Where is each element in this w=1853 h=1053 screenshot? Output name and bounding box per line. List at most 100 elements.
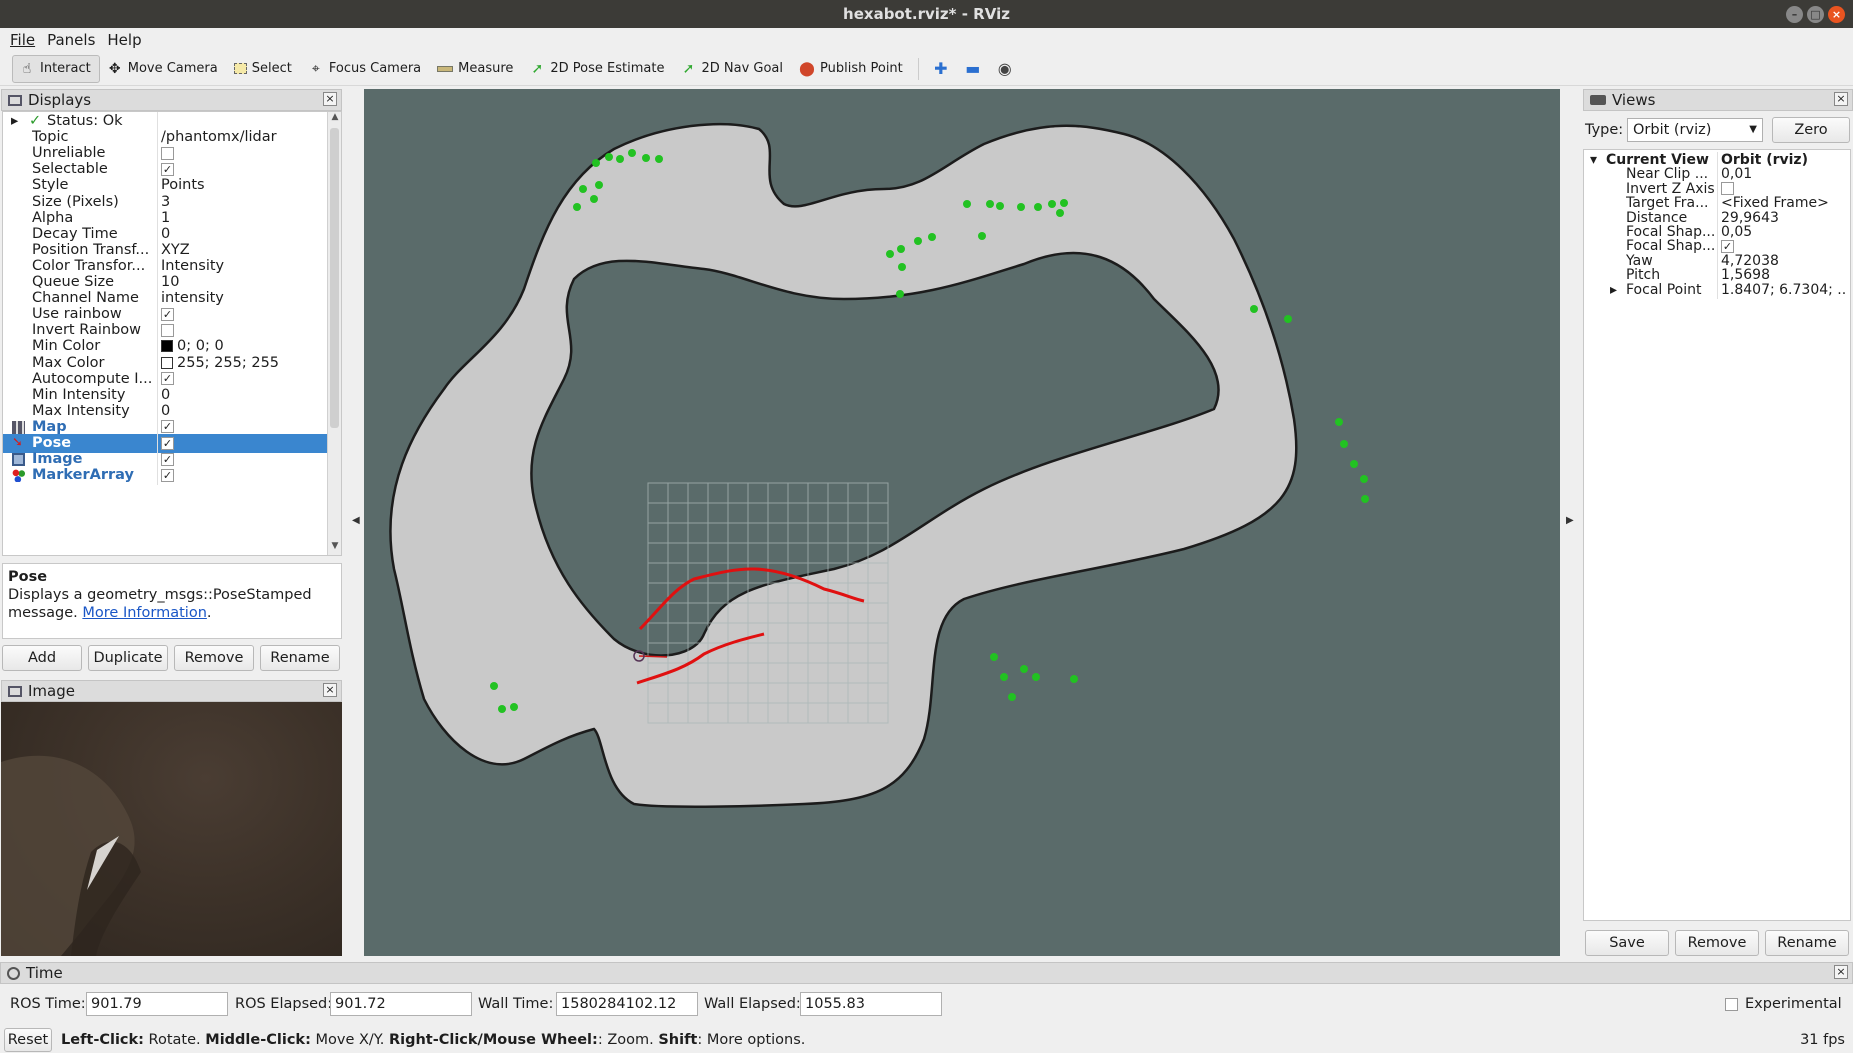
scroll-down-icon[interactable]: ▼ [328,541,341,555]
ros-time-field[interactable]: 901.79 [86,992,228,1016]
image-panel-header: Image × [1,680,342,702]
views-title: Views [1612,91,1656,109]
close-icon[interactable]: × [1828,6,1845,23]
time-title: Time [26,964,63,982]
select-tool[interactable]: Select [227,55,301,83]
display-row[interactable]: MarkerArray ✓ [3,466,328,486]
reset-button[interactable]: Reset [4,1028,52,1052]
minimize-icon[interactable]: – [1786,6,1803,23]
toolbar-separator [917,57,919,80]
scrollbar-thumb[interactable] [330,128,339,428]
pose-arrow-icon: ➘ [12,435,23,450]
display-checkbox[interactable]: ✓ [161,307,174,321]
publish-point-tool[interactable]: ⬤ Publish Point [792,55,912,83]
collapse-left-icon[interactable]: ◀ [352,515,360,526]
collapse-right-icon[interactable]: ▶ [1566,515,1574,526]
display-buttons: Add Duplicate Remove Rename [2,645,340,671]
camera-image-view [1,702,342,956]
display-checkbox[interactable]: ✓ [161,452,174,466]
displays-scrollbar[interactable]: ▲ ▼ [327,112,341,555]
rename-button[interactable]: Rename [260,645,340,671]
close-panel-icon[interactable]: × [323,683,337,697]
display-checkbox[interactable] [161,323,174,337]
3d-viewport[interactable] [364,89,1560,956]
add-tool-icon[interactable]: ✚ [925,59,957,78]
menu-help[interactable]: Help [103,31,149,49]
menu-panels[interactable]: Panels [43,31,103,49]
occupancy-map [389,122,1298,808]
view-type-select[interactable]: Orbit (rviz) ▼ [1627,118,1763,142]
zero-button[interactable]: Zero [1772,117,1850,143]
status-hint: Left-Click: Rotate. Middle-Click: Move X… [61,1032,806,1048]
close-panel-icon[interactable]: × [323,92,337,106]
display-checkbox[interactable] [161,146,174,160]
marker-array-icon [12,469,25,483]
tool-bar: ☝ Interact ✥ Move Camera Select ⌖ Focus … [0,52,1853,86]
ros-elapsed-label: ROS Elapsed: [235,996,333,1012]
display-row-text: 0 [161,402,171,419]
display-checkbox[interactable]: ✓ [161,420,174,434]
select-box-icon [233,63,247,74]
image-icon [12,453,25,467]
add-button[interactable]: Add [2,645,82,671]
wall-time-label: Wall Time: [478,996,554,1012]
measure-tool[interactable]: Measure [430,55,522,83]
description-title: Pose [8,569,48,585]
scroll-up-icon[interactable]: ▲ [328,112,341,126]
view-property-text: 1.8407; 6.7304; ... [1721,281,1847,298]
time-panel-header: Time × [0,962,1853,984]
interact-tool[interactable]: ☝ Interact [12,54,100,83]
close-panel-icon[interactable]: × [1834,92,1848,106]
view-property-row[interactable]: ▸ Focal Point 1.8407; 6.7304; ... [1584,281,1850,299]
view-checkbox[interactable]: ✓ [1721,239,1734,253]
monitor-icon [8,94,22,106]
display-row-text: 255; 255; 255 [177,354,280,371]
crosshair-icon: ⌖ [311,60,320,77]
ruler-icon [437,65,454,72]
focus-camera-tool[interactable]: ⌖ Focus Camera [301,55,430,83]
display-checkbox[interactable]: ✓ [161,436,174,450]
view-checkbox[interactable] [1721,182,1734,196]
more-information-link[interactable]: More Information [82,605,207,621]
maximize-icon[interactable]: □ [1807,6,1824,23]
display-row-text: Points [161,177,205,194]
window-title-bar: hexabot.rviz* - RViz – □ × [0,0,1853,28]
nav-goal-tool[interactable]: ➚ 2D Nav Goal [673,55,792,83]
green-arrow-icon: ➚ [531,60,544,77]
chevron-down-icon: ▼ [1749,124,1757,135]
close-panel-icon[interactable]: × [1834,965,1848,979]
display-checkbox[interactable]: ✓ [161,468,174,482]
display-checkbox[interactable]: ✓ [161,372,174,386]
move-camera-tool[interactable]: ✥ Move Camera [100,55,227,83]
remove-view-button[interactable]: Remove [1675,930,1759,956]
expand-arrow-icon[interactable]: ▸ [1610,282,1617,299]
display-row-text: 0 [161,386,171,403]
remove-button[interactable]: Remove [174,645,254,671]
menu-file[interactable]: File [6,31,43,49]
display-row-text: Intensity [161,257,225,274]
views-tree[interactable]: ▾ Current View Orbit (rviz) Near Clip ... 0,… [1583,149,1851,921]
map-icon [12,420,25,434]
experimental-label: Experimental [1745,996,1842,1012]
remove-tool-icon[interactable]: ▬ [957,59,989,78]
move-arrows-icon: ✥ [108,60,121,77]
display-row-value[interactable]: ✓ [161,466,174,485]
clock-icon [7,966,20,980]
description-period: . [206,605,212,621]
duplicate-button[interactable]: Duplicate [88,645,168,671]
menu-bar: File Panels Help [0,28,1853,52]
color-swatch[interactable] [161,340,173,353]
rename-view-button[interactable]: Rename [1765,930,1849,956]
wall-elapsed-field[interactable]: 1055.83 [800,992,942,1016]
pose-estimate-tool[interactable]: ➚ 2D Pose Estimate [522,55,673,83]
save-view-button[interactable]: Save [1585,930,1669,956]
color-swatch[interactable] [161,356,173,369]
display-checkbox[interactable]: ✓ [161,162,174,176]
wall-time-field[interactable]: 1580284102.12 [556,992,698,1016]
view-property-value[interactable]: 1.8407; 6.7304; ... [1721,282,1847,299]
experimental-checkbox[interactable] [1725,998,1738,1011]
displays-tree[interactable]: ▸ ✓ Status: Ok Topic/phantomx/lidar Unreli… [2,111,342,556]
ros-elapsed-field[interactable]: 901.72 [330,992,472,1016]
status-bar: Reset Left-Click: Rotate. Middle-Click: … [0,1027,1853,1053]
camera-type-icon[interactable]: ◉ [989,59,1021,78]
